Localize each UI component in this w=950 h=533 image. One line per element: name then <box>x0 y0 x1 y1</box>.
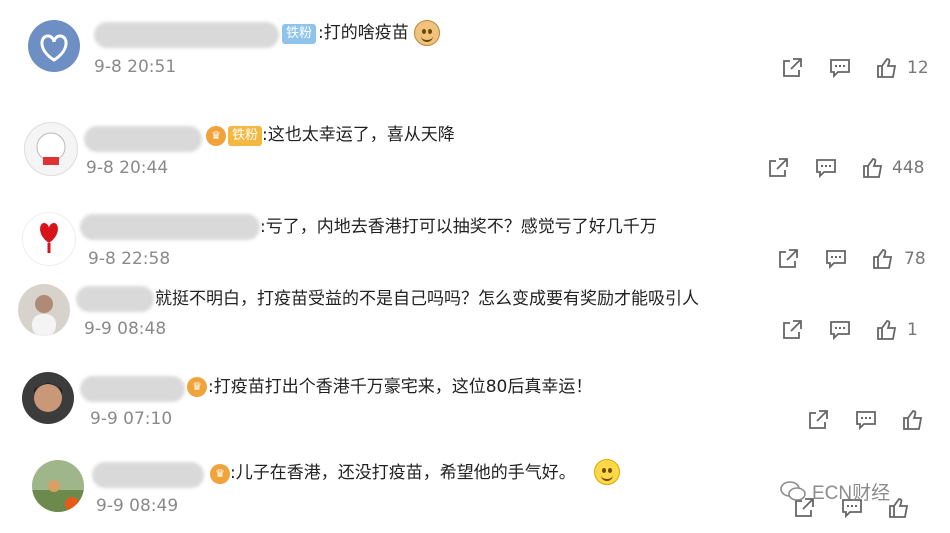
avatar[interactable] <box>28 20 80 72</box>
comment-text: :儿子在香港，还没打疫苗，希望他的手气好。 <box>230 463 576 483</box>
username-blurred[interactable] <box>92 462 204 488</box>
comment-text: :亏了，内地去香港打可以抽奖不？感觉亏了好几千万 <box>260 217 657 237</box>
comment-time: 9-9 08:49 <box>96 496 179 516</box>
avatar[interactable] <box>24 122 78 176</box>
like-icon[interactable] <box>901 408 925 432</box>
comment-time: 9-8 22:58 <box>88 249 171 269</box>
comment-icon[interactable] <box>824 247 848 271</box>
watermark: ECN财经 <box>780 478 890 508</box>
avatar[interactable] <box>18 284 70 336</box>
avatar[interactable] <box>22 372 74 424</box>
comment-icon[interactable] <box>814 156 838 180</box>
like-icon[interactable] <box>875 318 899 342</box>
comment-icon[interactable] <box>828 318 852 342</box>
comment-text: 就挺不明白，打疫苗受益的不是自己吗吗？怎么变成要有奖励才能吸引人 <box>155 289 699 309</box>
vip-crown-icon: ♛ <box>206 126 226 146</box>
vip-crown-icon: ♛ <box>187 377 207 397</box>
share-icon[interactable] <box>766 156 790 180</box>
comment-time: 9-8 20:44 <box>86 158 169 178</box>
fan-badge: 铁粉 <box>282 24 317 44</box>
comment-text: :这也太幸运了，喜从天降 <box>262 125 455 145</box>
comment-icon[interactable] <box>828 56 852 80</box>
comment-time: 9-8 20:51 <box>94 57 177 77</box>
username-blurred[interactable] <box>80 376 185 402</box>
username-blurred[interactable] <box>84 126 202 152</box>
share-icon[interactable] <box>780 56 804 80</box>
comment-time: 9-9 07:10 <box>90 409 173 429</box>
avatar[interactable] <box>32 460 84 512</box>
username-blurred[interactable] <box>76 286 154 312</box>
like-icon[interactable] <box>875 56 899 80</box>
username-blurred[interactable] <box>94 22 279 48</box>
fan-badge: 铁粉 <box>228 126 263 146</box>
username-blurred[interactable] <box>80 214 260 240</box>
like-count: 1 <box>907 320 918 340</box>
dog-emoji-icon <box>414 20 440 46</box>
comment-text: :打疫苗打出个香港千万豪宅来，这位80后真幸运！ <box>208 377 593 397</box>
comment-icon[interactable] <box>854 408 878 432</box>
like-count: 448 <box>892 158 925 178</box>
vip-crown-icon: ♛ <box>210 464 230 484</box>
share-icon[interactable] <box>806 408 830 432</box>
watermark-text: ECN财经 <box>812 483 891 504</box>
like-icon[interactable] <box>887 496 911 520</box>
like-count: 78 <box>904 249 926 269</box>
avatar[interactable] <box>22 212 76 266</box>
smile-emoji-icon <box>594 459 620 485</box>
like-icon[interactable] <box>861 156 885 180</box>
comment-text: :打的啥疫苗 <box>318 23 409 43</box>
share-icon[interactable] <box>780 318 804 342</box>
share-icon[interactable] <box>776 247 800 271</box>
comment-time: 9-9 08:48 <box>84 319 167 339</box>
like-count: 12 <box>907 58 929 78</box>
wechat-icon <box>780 480 806 508</box>
like-icon[interactable] <box>871 247 895 271</box>
